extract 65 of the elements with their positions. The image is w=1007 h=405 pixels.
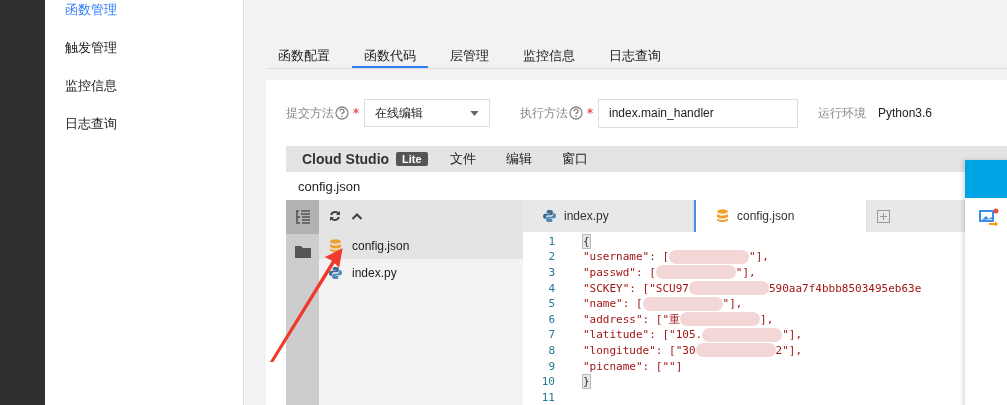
editor-tab[interactable]: config.json bbox=[694, 200, 867, 233]
database-icon bbox=[329, 238, 342, 253]
help-icon[interactable] bbox=[335, 106, 349, 121]
form-label: 执行方法 bbox=[520, 104, 568, 122]
method-select[interactable]: 在线编辑 bbox=[364, 99, 490, 128]
code-text: { bbox=[583, 234, 590, 248]
menu-item[interactable]: 文件 bbox=[449, 150, 476, 169]
brand-name: Cloud Studio bbox=[302, 151, 390, 168]
code-text: 2"], bbox=[775, 343, 803, 357]
badge: Lite bbox=[396, 152, 428, 167]
file-item[interactable]: config.json bbox=[319, 232, 523, 260]
line-number: 7 bbox=[547, 328, 555, 342]
code-text: "], bbox=[735, 265, 756, 279]
runtime-value: Python3.6 bbox=[878, 106, 933, 121]
form-label: 提交方法 bbox=[286, 104, 334, 122]
menu-item[interactable]: 窗口 bbox=[561, 150, 588, 169]
add-tab-icon[interactable] bbox=[877, 209, 890, 223]
chevron-up-icon[interactable] bbox=[351, 211, 363, 222]
tab[interactable]: 层管理 bbox=[438, 46, 501, 69]
code-text: 590aa7f4bbb8503495eb63e bbox=[768, 281, 922, 295]
line-number: 1 bbox=[547, 234, 555, 248]
form-label: 运行环境 bbox=[818, 104, 866, 122]
sidebar-item[interactable]: 监控信息 bbox=[45, 78, 243, 116]
line-number: 5 bbox=[547, 297, 555, 311]
line-number: 10 bbox=[540, 375, 555, 389]
caret-icon bbox=[470, 110, 479, 116]
line-number: 9 bbox=[547, 359, 555, 373]
code-text: "picname": [""] bbox=[583, 359, 683, 373]
sidebar-item[interactable]: 日志查询 bbox=[45, 116, 243, 154]
code-text: "SCKEY": ["SCU97 bbox=[583, 281, 689, 295]
code-text: "], bbox=[749, 250, 769, 264]
code-text: "address": ["重 bbox=[583, 311, 681, 327]
line-number: 11 bbox=[540, 390, 555, 404]
outline-icon[interactable] bbox=[286, 200, 319, 235]
line-number: 6 bbox=[547, 312, 555, 326]
tab[interactable]: 函数代码 bbox=[352, 46, 428, 69]
popup-header bbox=[965, 160, 1007, 198]
code-text: "username": [ bbox=[583, 250, 670, 264]
python-icon bbox=[543, 209, 556, 224]
image-share-icon[interactable] bbox=[979, 208, 999, 226]
line-number: 2 bbox=[547, 250, 555, 264]
tab[interactable]: 监控信息 bbox=[511, 46, 587, 69]
handler-input[interactable]: index.main_handler bbox=[598, 98, 798, 128]
help-icon[interactable] bbox=[569, 106, 583, 121]
code-text: "name": [ bbox=[583, 297, 643, 311]
sidebar-item[interactable]: 函数管理 bbox=[45, 2, 243, 40]
tab[interactable]: 日志查询 bbox=[597, 46, 673, 69]
code-text: "], bbox=[782, 328, 803, 342]
code-text: "longitude": ["30 bbox=[583, 343, 696, 357]
line-number: 8 bbox=[547, 343, 555, 357]
code-text: "], bbox=[722, 297, 743, 311]
code-text: ], bbox=[760, 312, 774, 326]
tab[interactable]: 函数配置 bbox=[266, 46, 342, 69]
database-icon bbox=[716, 209, 729, 224]
python-icon bbox=[329, 265, 342, 280]
file-item[interactable]: index.py bbox=[319, 259, 523, 287]
code-text: "passwd": [ bbox=[583, 265, 656, 279]
line-number: 4 bbox=[547, 281, 555, 295]
code-text: "latitude": ["105. bbox=[583, 328, 703, 342]
line-number: 3 bbox=[547, 265, 555, 279]
code-text: } bbox=[583, 375, 590, 389]
file-title: config.json bbox=[298, 178, 361, 194]
refresh-icon[interactable] bbox=[329, 210, 341, 223]
menu-item[interactable]: 编辑 bbox=[505, 150, 532, 169]
sidebar-item[interactable]: 触发管理 bbox=[45, 40, 243, 78]
